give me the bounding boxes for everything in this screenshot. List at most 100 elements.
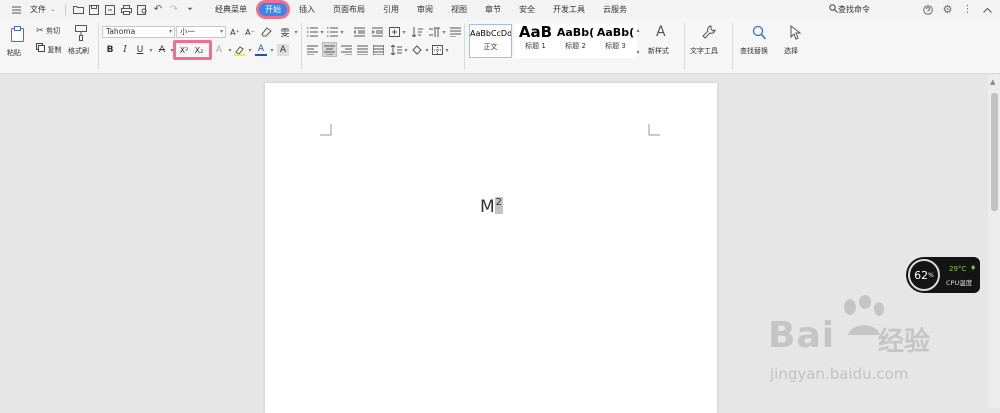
clipboard-icon [10, 26, 25, 44]
wrench-icon [702, 25, 716, 42]
open-folder-icon[interactable] [71, 3, 85, 17]
superscript-text: 2 [494, 197, 504, 214]
copy-button[interactable]: 复制 [36, 43, 62, 55]
style-sample: AaBb( [596, 26, 635, 39]
tab-review[interactable]: 审阅 [408, 0, 442, 19]
sort-icon[interactable] [411, 26, 423, 38]
decrease-indent-icon[interactable] [353, 26, 365, 38]
style-sample: AaBbCcDd [470, 29, 511, 38]
hamburger-menu-icon[interactable] [9, 3, 23, 17]
scroll-up-icon[interactable]: ▲ [990, 78, 995, 86]
chevron-down-icon: ▾ [219, 28, 223, 35]
cpu-percent: 62 [914, 268, 929, 282]
collapse-ribbon-icon[interactable] [980, 2, 995, 17]
cpu-percent-unit: % [928, 271, 934, 279]
cut-button[interactable]: ✂ 剪切 [36, 26, 60, 36]
ribbon: 粘贴 ✂ 剪切 复制 格式刷 Tahoma ▾ 小一 ▾ A⁺ A⁻ 雯 ▾ B… [0, 19, 1000, 74]
text-tools-label: 文字工具 [690, 47, 718, 55]
paintbrush-icon [74, 25, 88, 43]
find-replace-button[interactable]: 查找替换 [740, 24, 776, 64]
settings-gear-icon[interactable]: ⚙ [940, 2, 955, 17]
shrink-font-icon[interactable]: A⁻ [244, 26, 256, 38]
find-command[interactable]: 查找命令 [829, 4, 870, 15]
align-center-icon[interactable] [322, 42, 337, 57]
print-preview-icon[interactable] [135, 3, 149, 17]
clear-formatting-icon[interactable] [260, 26, 272, 38]
magnifier-icon [752, 25, 767, 42]
format-painter-button[interactable]: 格式刷 [68, 24, 96, 64]
search-icon [829, 4, 838, 15]
redo-icon[interactable]: ↷ [167, 3, 181, 17]
tab-developer-tools[interactable]: 开发工具 [544, 0, 594, 19]
base-text: M [480, 197, 495, 217]
align-left-icon[interactable] [306, 44, 318, 56]
save-icon[interactable] [87, 3, 101, 17]
margin-corner-mark [320, 124, 332, 136]
style-name: 标题 1 [525, 42, 546, 50]
divider [98, 23, 99, 69]
document-text[interactable]: M2 [480, 197, 504, 217]
export-icon[interactable] [103, 3, 117, 17]
cpu-temperature: 29°C [949, 265, 967, 273]
font-size-value: 小一 [180, 27, 195, 36]
tab-page-layout[interactable]: 页面布局 [324, 0, 374, 19]
watermark-url: jingyan.baidu.com [770, 365, 909, 383]
tab-security[interactable]: 安全 [510, 0, 544, 19]
font-name-select[interactable]: Tahoma ▾ [102, 26, 175, 38]
help-icon[interactable] [920, 2, 935, 17]
tab-insert[interactable]: 插入 [290, 0, 324, 19]
chevron-down-icon[interactable]: ▾ [336, 26, 348, 38]
text-tools-button[interactable]: 文字工具 [690, 24, 728, 64]
menu-bar: 文件 ⌄ ↶ ↷ ⏷ 经典菜单 开始 插入 页面布局 引用 审阅 视图 章节 安… [0, 0, 1000, 19]
chevron-down-icon[interactable]: ▾ [441, 44, 453, 56]
font-size-select[interactable]: 小一 ▾ [176, 26, 226, 38]
format-painter-label: 格式刷 [68, 47, 89, 55]
document-page[interactable]: M2 [265, 83, 717, 413]
style-sample: AaB [518, 24, 553, 41]
chevron-down-icon: ▾ [168, 28, 172, 35]
vertical-scrollbar[interactable]: ▲ [988, 75, 1000, 408]
new-style-button[interactable]: A 新样式 [648, 24, 680, 64]
margin-corner-mark [648, 124, 660, 136]
style-heading-1[interactable]: AaB 标题 1 [514, 24, 557, 58]
grow-font-icon[interactable]: A⁺ [229, 26, 241, 38]
undo-icon[interactable]: ↶ [151, 3, 165, 17]
watermark-brand: Bai [768, 315, 836, 356]
bold-icon[interactable]: B [104, 44, 116, 56]
tab-references[interactable]: 引用 [374, 0, 408, 19]
cut-label: 剪切 [46, 27, 61, 35]
tab-view[interactable]: 视图 [442, 0, 476, 19]
increase-indent-icon[interactable] [371, 26, 383, 38]
tab-section[interactable]: 章节 [476, 0, 510, 19]
chevron-down-icon[interactable]: ▾ [398, 26, 410, 38]
scrollbar-thumb[interactable] [991, 93, 998, 211]
more-options-icon[interactable]: ⋮ [960, 2, 975, 17]
style-normal[interactable]: AaBbCcDd 正文 [469, 24, 512, 58]
divider [732, 23, 733, 69]
select-button[interactable]: 选择 [784, 24, 810, 64]
cpu-temperature-label: CPU温度 [946, 279, 973, 287]
character-shading-icon[interactable]: A [277, 44, 289, 56]
copy-icon [36, 43, 48, 54]
tab-cloud-service[interactable]: 云服务 [594, 0, 636, 19]
gallery-more-icon[interactable]: ▾ [632, 46, 644, 58]
distributed-icon[interactable] [372, 44, 384, 56]
italic-icon[interactable]: I [119, 44, 131, 56]
new-style-icon: A [656, 24, 666, 40]
customize-toolbar-icon[interactable]: ⏷ [183, 3, 197, 17]
style-heading-2[interactable]: AaBb( 标题 2 [554, 24, 597, 58]
paste-button[interactable]: 粘贴 [7, 24, 27, 64]
paste-label: 粘贴 [7, 49, 21, 57]
tab-home[interactable]: 开始 [259, 3, 287, 16]
gallery-scroll-up-icon[interactable]: ▴ [632, 24, 644, 36]
tab-classic-menu[interactable]: 经典菜单 [206, 0, 256, 19]
chevron-down-icon[interactable]: ⌄ [46, 3, 60, 17]
style-heading-3[interactable]: AaBb( 标题 3 [594, 24, 637, 58]
justify-icon[interactable] [356, 44, 368, 56]
cpu-monitor-widget[interactable]: 62% 29°C ♦ CPU温度 [906, 257, 980, 293]
paragraph-icon[interactable] [449, 26, 461, 38]
divider [684, 23, 685, 69]
print-icon[interactable] [119, 3, 133, 17]
watermark-brand-cn: 经验 [878, 327, 931, 357]
align-right-icon[interactable] [340, 44, 352, 56]
